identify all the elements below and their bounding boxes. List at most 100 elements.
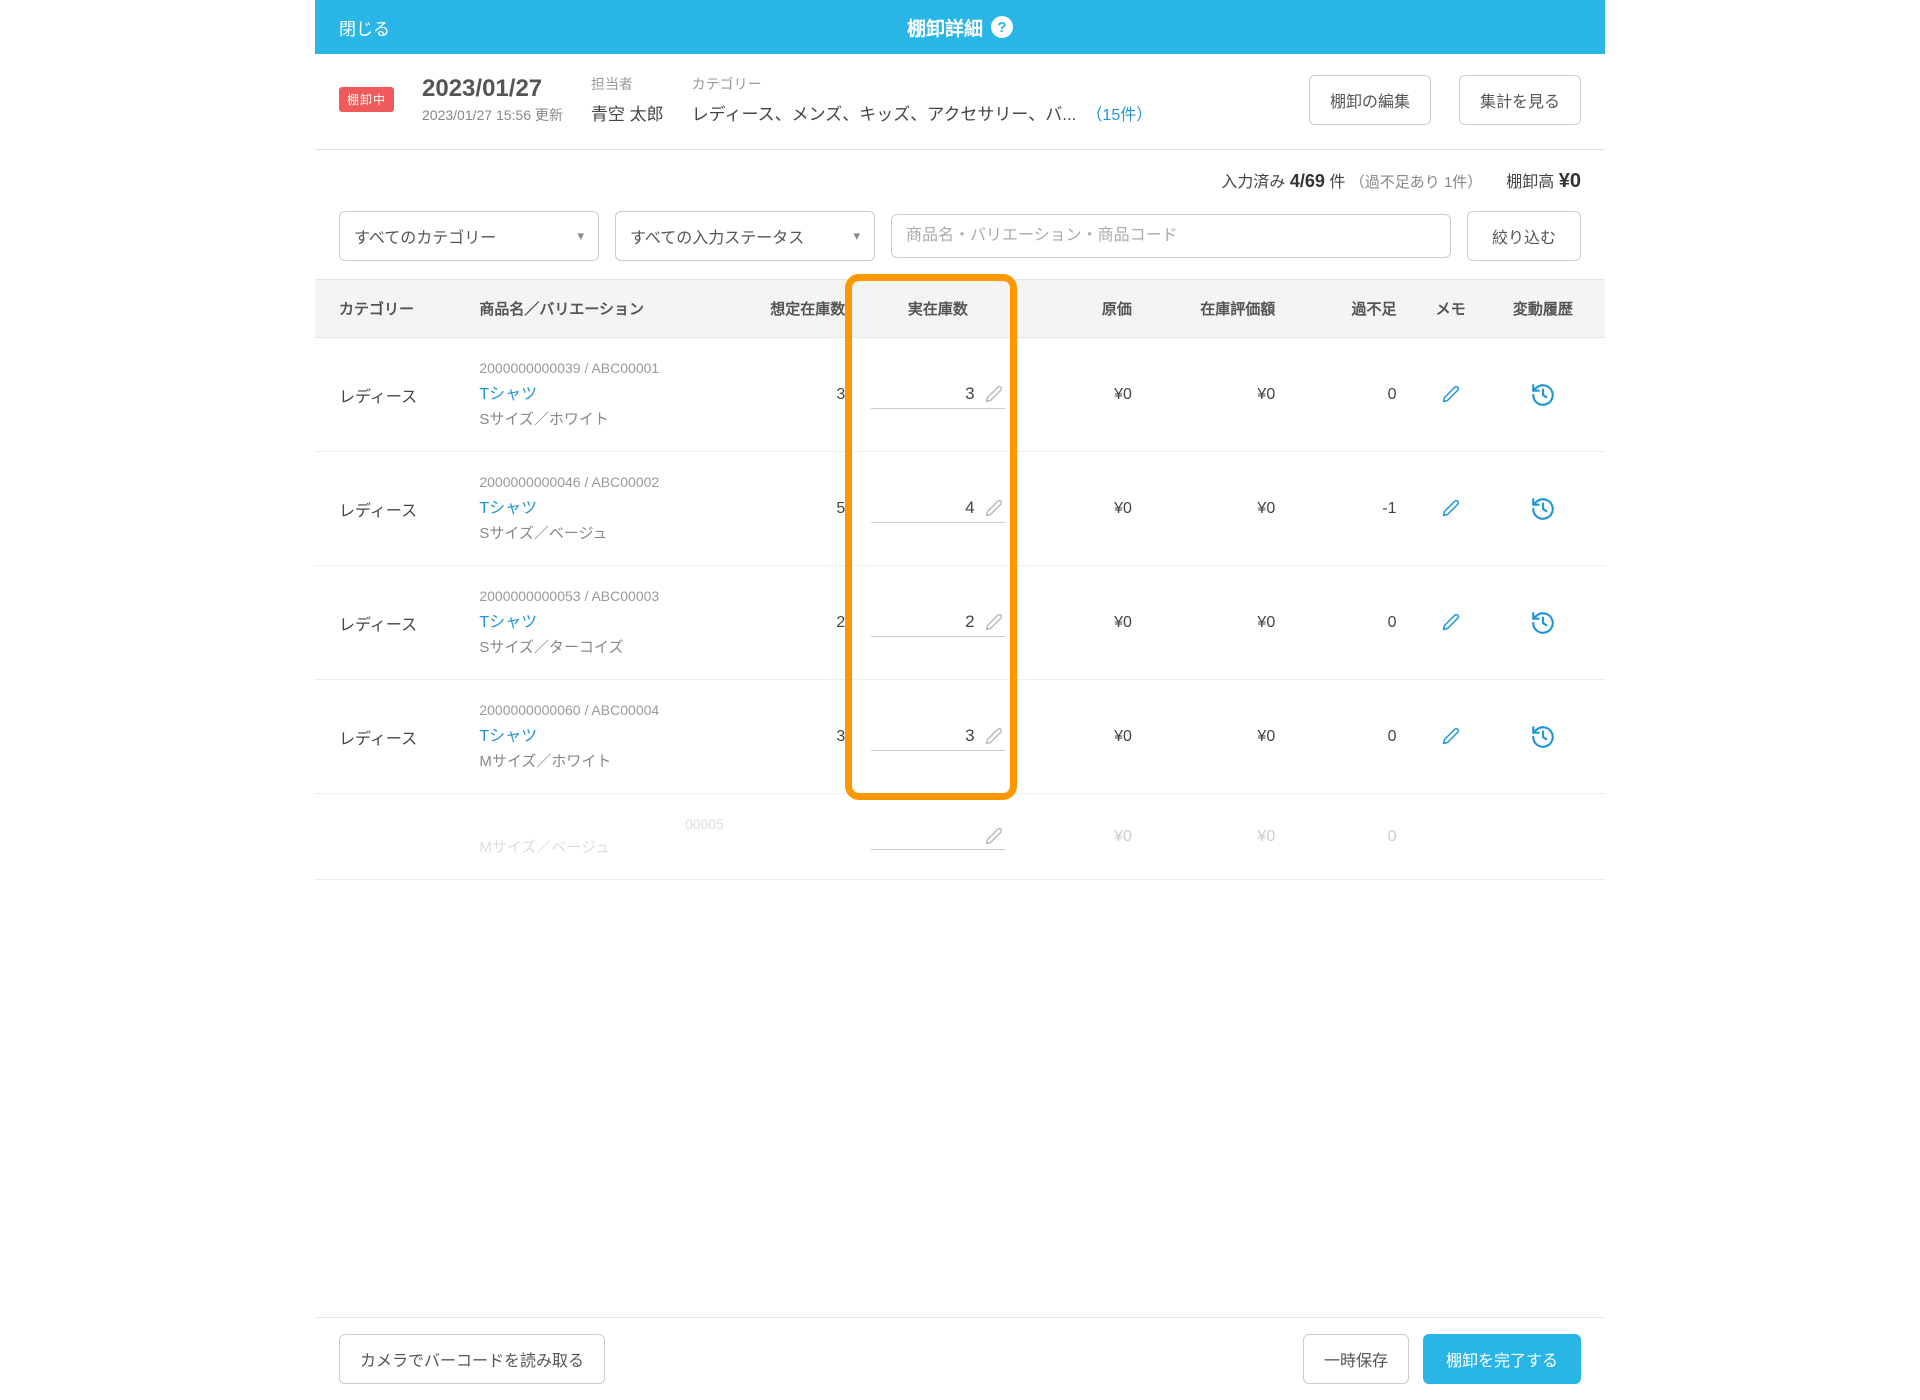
product-code: 2000000000046 / ABC00002 bbox=[479, 474, 724, 490]
cell-expected: 3 bbox=[734, 338, 855, 452]
cell-diff: 0 bbox=[1285, 566, 1406, 680]
memo-edit-icon[interactable] bbox=[1442, 386, 1460, 403]
cell-cost: ¥0 bbox=[1021, 680, 1142, 794]
category-block: カテゴリー レディース、メンズ、キッズ、アクセサリー、バ... （15件） bbox=[692, 74, 1153, 125]
date-block: 2023/01/27 2023/01/27 15:56 更新 bbox=[422, 75, 563, 125]
total-summary: 棚卸高 ¥0 bbox=[1506, 168, 1581, 193]
edit-inventory-button[interactable]: 棚卸の編集 bbox=[1309, 75, 1431, 125]
close-button[interactable]: 閉じる bbox=[315, 15, 414, 40]
cell-memo bbox=[1407, 680, 1495, 794]
actual-stock-input[interactable]: 3 bbox=[871, 722, 1004, 751]
product-variation: Sサイズ／ベージュ bbox=[479, 522, 724, 543]
cell-product: 2000000000053 / ABC00003 Tシャツ Sサイズ／ターコイズ bbox=[469, 566, 734, 680]
memo-edit-icon[interactable] bbox=[1442, 614, 1460, 631]
table-row: 00005Mサイズ／ベージュ¥0¥00 bbox=[315, 794, 1605, 880]
entered-count: 4/69 bbox=[1290, 171, 1325, 191]
th-expected: 想定在庫数 bbox=[734, 280, 855, 338]
actual-stock-input[interactable]: 4 bbox=[871, 494, 1004, 523]
history-icon[interactable] bbox=[1530, 500, 1556, 517]
cell-actual: 2 bbox=[855, 566, 1020, 680]
page-title-text: 棚卸詳細 bbox=[907, 14, 983, 41]
assignee-block: 担当者 青空 太郎 bbox=[591, 74, 664, 125]
cell-actual: 3 bbox=[855, 680, 1020, 794]
table-row: レディース 2000000000046 / ABC00002 Tシャツ Sサイズ／ベー… bbox=[315, 452, 1605, 566]
table-row: レディース 2000000000060 / ABC00004 Tシャツ Mサイズ／ホワ… bbox=[315, 680, 1605, 794]
cell-history bbox=[1495, 338, 1605, 452]
product-variation: Mサイズ／ホワイト bbox=[479, 750, 724, 771]
cell-product: 2000000000039 / ABC00001 Tシャツ Sサイズ／ホワイト bbox=[469, 338, 734, 452]
category-select[interactable]: すべてのカテゴリー ▾ bbox=[339, 211, 599, 261]
category-count-link[interactable]: （15件） bbox=[1086, 101, 1152, 125]
complete-inventory-button[interactable]: 棚卸を完了する bbox=[1423, 1334, 1581, 1384]
actual-stock-value: 4 bbox=[965, 498, 974, 518]
cell-history bbox=[1495, 452, 1605, 566]
history-icon[interactable] bbox=[1530, 614, 1556, 631]
pencil-icon bbox=[985, 827, 1003, 845]
history-icon[interactable] bbox=[1530, 386, 1556, 403]
th-history: 変動履歴 bbox=[1495, 280, 1605, 338]
memo-edit-icon[interactable] bbox=[1442, 500, 1460, 517]
th-valuation: 在庫評価額 bbox=[1142, 280, 1285, 338]
table-row: レディース 2000000000039 / ABC00001 Tシャツ Sサイズ／ホワ… bbox=[315, 338, 1605, 452]
actual-stock-input[interactable] bbox=[871, 823, 1004, 850]
product-variation: Sサイズ／ホワイト bbox=[479, 408, 724, 429]
cell-diff: 0 bbox=[1285, 338, 1406, 452]
cell-valuation: ¥0 bbox=[1142, 566, 1285, 680]
history-icon[interactable] bbox=[1530, 728, 1556, 745]
save-draft-button[interactable]: 一時保存 bbox=[1303, 1334, 1409, 1384]
cell-valuation: ¥0 bbox=[1142, 794, 1285, 880]
entered-label: 入力済み bbox=[1221, 174, 1289, 191]
pencil-icon bbox=[985, 385, 1003, 403]
status-select[interactable]: すべての入力ステータス ▾ bbox=[615, 211, 875, 261]
page-title: 棚卸詳細 ? bbox=[907, 14, 1013, 41]
th-name: 商品名／バリエーション bbox=[469, 280, 734, 338]
cell-cost: ¥0 bbox=[1021, 566, 1142, 680]
view-summary-button[interactable]: 集計を見る bbox=[1459, 75, 1581, 125]
cell-category: レディース bbox=[315, 452, 469, 566]
table-wrapper: カテゴリー 商品名／バリエーション 想定在庫数 実在庫数 原価 在庫評価額 過不… bbox=[315, 279, 1605, 880]
th-actual: 実在庫数 bbox=[855, 280, 1020, 338]
cell-memo bbox=[1407, 338, 1495, 452]
actual-stock-input[interactable]: 2 bbox=[871, 608, 1004, 637]
cell-category: レディース bbox=[315, 338, 469, 452]
pencil-icon bbox=[985, 613, 1003, 631]
header-info: 棚卸中 2023/01/27 2023/01/27 15:56 更新 担当者 青… bbox=[315, 54, 1605, 150]
cell-memo bbox=[1407, 794, 1495, 880]
category-text: レディース、メンズ、キッズ、アクセサリー、バ... bbox=[692, 100, 1077, 125]
cell-category: レディース bbox=[315, 680, 469, 794]
filters-row: すべてのカテゴリー ▾ すべての入力ステータス ▾ 絞り込む bbox=[315, 211, 1605, 279]
cell-history bbox=[1495, 566, 1605, 680]
product-code: 2000000000053 / ABC00003 bbox=[479, 588, 724, 604]
filter-button[interactable]: 絞り込む bbox=[1467, 211, 1581, 261]
inventory-date: 2023/01/27 bbox=[422, 75, 563, 103]
product-name-link[interactable]: Tシャツ bbox=[479, 722, 724, 746]
cell-expected: 5 bbox=[734, 452, 855, 566]
actual-stock-input[interactable]: 3 bbox=[871, 380, 1004, 409]
help-icon[interactable]: ? bbox=[991, 16, 1013, 38]
actual-stock-value: 2 bbox=[965, 612, 974, 632]
barcode-scan-button[interactable]: カメラでバーコードを読み取る bbox=[339, 1334, 605, 1384]
th-category: カテゴリー bbox=[315, 280, 469, 338]
cell-product: 2000000000046 / ABC00002 Tシャツ Sサイズ／ベージュ bbox=[469, 452, 734, 566]
product-variation: Mサイズ／ベージュ bbox=[479, 836, 724, 857]
product-name-link[interactable]: Tシャツ bbox=[479, 494, 724, 518]
search-input[interactable] bbox=[891, 214, 1451, 258]
product-code: 2000000000060 / ABC00004 bbox=[479, 702, 724, 718]
memo-edit-icon[interactable] bbox=[1442, 728, 1460, 745]
cell-cost: ¥0 bbox=[1021, 452, 1142, 566]
product-code: 2000000000039 / ABC00001 bbox=[479, 360, 724, 376]
status-select-value: すべての入力ステータス bbox=[630, 224, 804, 248]
cell-cost: ¥0 bbox=[1021, 794, 1142, 880]
cell-expected bbox=[734, 794, 855, 880]
table-row: レディース2000000000053 / ABC00003TシャツSサイズ／ター… bbox=[315, 566, 1605, 680]
total-label: 棚卸高 bbox=[1506, 174, 1558, 191]
chevron-down-icon: ▾ bbox=[853, 228, 860, 244]
product-name-link[interactable]: Tシャツ bbox=[479, 380, 724, 404]
product-variation: Sサイズ／ターコイズ bbox=[479, 636, 724, 657]
excess-label: （過不足あり 1件） bbox=[1350, 174, 1483, 191]
product-name-link[interactable]: Tシャツ bbox=[479, 608, 724, 632]
entered-unit: 件 bbox=[1329, 174, 1345, 191]
actual-stock-value: 3 bbox=[965, 726, 974, 746]
summary-row: 入力済み 4/69 件 （過不足あり 1件） 棚卸高 ¥0 bbox=[315, 150, 1605, 211]
pencil-icon bbox=[985, 727, 1003, 745]
